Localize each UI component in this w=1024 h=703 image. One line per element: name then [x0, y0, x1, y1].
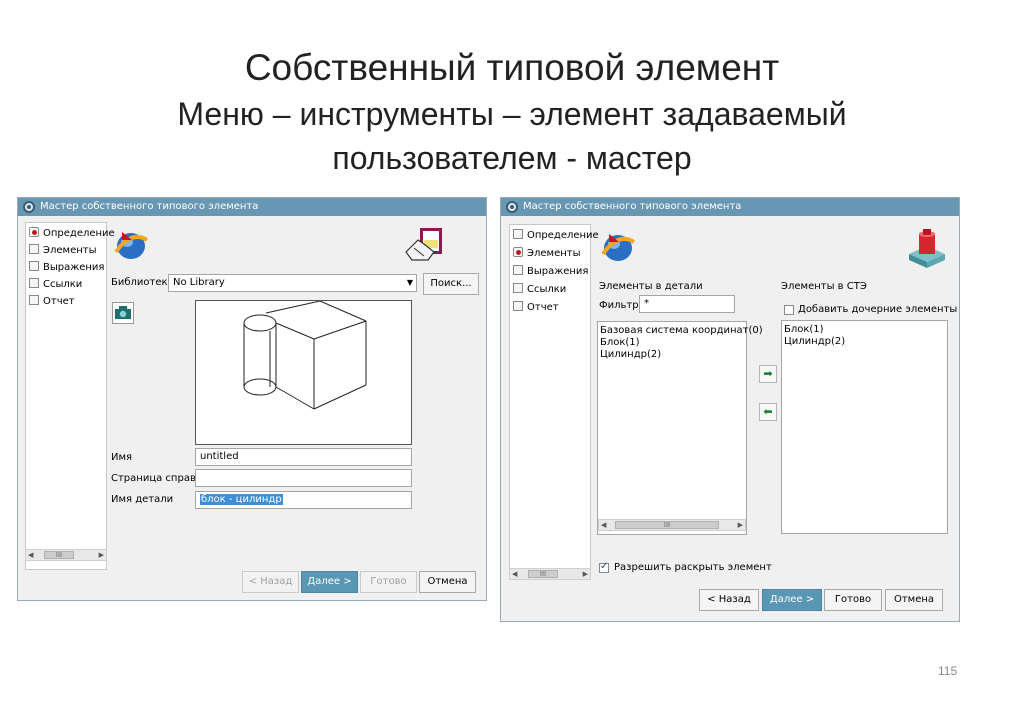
filter-label: Фильтр	[599, 300, 639, 311]
nav-item-expressions[interactable]: Выражения	[29, 261, 104, 275]
list-item[interactable]: Блок(1)	[600, 337, 744, 349]
nav-item-definition[interactable]: Определение	[29, 227, 115, 241]
add-children-label: Добавить дочерние элементы	[798, 304, 958, 315]
radio-active-icon	[29, 227, 39, 237]
library-select[interactable]: No Library ▼	[168, 274, 417, 292]
nav-item-references[interactable]: Ссылки	[513, 283, 566, 297]
cancel-button[interactable]: Отмена	[885, 589, 943, 611]
nav-item-report[interactable]: Отчет	[513, 301, 559, 315]
allow-expand-label: Разрешить раскрыть элемент	[614, 562, 772, 573]
arrow-left-icon: ⬅	[763, 405, 773, 418]
nav-item-elements[interactable]: Элементы	[513, 247, 580, 261]
hand-pointer-icon	[404, 226, 446, 264]
wizard-step-nav: Определение Элементы Выражения Ссылки От…	[509, 224, 599, 580]
dialog-titlebar: Мастер собственного типового элемента	[501, 198, 959, 216]
step-box-icon	[29, 261, 39, 271]
search-button[interactable]: Поиск...	[423, 273, 479, 295]
wizard-globe-icon	[599, 228, 637, 264]
name-input[interactable]: untitled	[195, 448, 412, 466]
filter-input[interactable]: *	[639, 295, 735, 313]
list-item[interactable]: Базовая система координат(0)	[600, 325, 763, 337]
part-elements-scrollbar[interactable]: ◀ III ▶	[598, 519, 746, 531]
library-label: Библиотека	[111, 277, 174, 288]
gear-icon	[23, 201, 35, 213]
back-button[interactable]: < Назад	[699, 589, 759, 611]
add-children-checkbox[interactable]	[784, 305, 794, 315]
cancel-button[interactable]: Отмена	[419, 571, 476, 593]
step-box-icon	[29, 244, 39, 254]
nav-item-expressions[interactable]: Выражения	[513, 265, 588, 279]
wizard-dialog-elements: Мастер собственного типового элемента Оп…	[500, 197, 960, 622]
ste-elements-list[interactable]: Блок(1) Цилиндр(2)	[781, 320, 948, 534]
help-page-input[interactable]	[195, 469, 412, 487]
gear-icon	[506, 201, 518, 213]
wizard-step-nav: Определение Элементы Выражения Ссылки От…	[25, 222, 115, 570]
help-page-label: Страница справки	[111, 473, 209, 484]
nav-item-report[interactable]: Отчет	[29, 295, 75, 309]
part-name-input[interactable]: блок - цилиндр	[195, 491, 412, 509]
part-preview	[195, 300, 412, 445]
wizard-globe-icon	[112, 226, 150, 262]
wizard-dialog-definition: Мастер собственного типового элемента Оп…	[17, 197, 487, 601]
arrow-right-icon: ➡	[763, 367, 773, 380]
slide-title: Собственный типовой элемент Меню – инстр…	[0, 44, 1024, 180]
part-name-label: Имя детали	[111, 494, 174, 505]
dialog-titlebar: Мастер собственного типового элемента	[18, 198, 486, 216]
dialog-title: Мастер собственного типового элемента	[523, 201, 742, 212]
add-to-ste-button[interactable]: ➡	[759, 365, 777, 383]
finish-button[interactable]: Готово	[824, 589, 882, 611]
list-item[interactable]: Блок(1)	[784, 324, 945, 336]
step-box-icon	[29, 295, 39, 305]
nav-item-elements[interactable]: Элементы	[29, 244, 96, 258]
back-button[interactable]: < Назад	[242, 571, 299, 593]
step-box-icon	[513, 283, 523, 293]
slide-title-line-3: пользователем - мастер	[332, 140, 692, 176]
next-button[interactable]: Далее >	[301, 571, 358, 593]
step-box-icon	[29, 278, 39, 288]
nav-item-references[interactable]: Ссылки	[29, 278, 82, 292]
next-button[interactable]: Далее >	[762, 589, 822, 611]
slide-title-line-2: Меню – инструменты – элемент задаваемый	[177, 96, 847, 132]
camera-icon[interactable]	[112, 302, 134, 324]
step-box-icon	[513, 229, 523, 239]
finish-button[interactable]: Готово	[360, 571, 417, 593]
list-item[interactable]: Цилиндр(2)	[600, 349, 744, 361]
nav-scrollbar[interactable]: ◀ III ▶	[509, 568, 591, 580]
chevron-down-icon: ▼	[406, 278, 413, 287]
radio-active-icon	[513, 247, 523, 257]
part-elements-list[interactable]: Базовая система координат(0) Блок(1) Цил…	[597, 321, 763, 535]
step-box-icon	[513, 265, 523, 275]
slide-title-line-1: Собственный типовой элемент	[244, 47, 780, 88]
page-number: 115	[938, 664, 958, 678]
list-item[interactable]: Цилиндр(2)	[784, 336, 945, 348]
ste-elements-label: Элементы в СТЭ	[781, 281, 867, 292]
remove-from-ste-button[interactable]: ⬅	[759, 403, 777, 421]
step-box-icon	[513, 301, 523, 311]
part-elements-label: Элементы в детали	[599, 281, 703, 292]
nav-item-definition[interactable]: Определение	[513, 229, 599, 243]
dialog-title: Мастер собственного типового элемента	[40, 201, 259, 212]
allow-expand-checkbox[interactable]	[599, 561, 609, 573]
feature-block-icon	[905, 228, 949, 268]
name-label: Имя	[111, 452, 133, 463]
nav-scrollbar[interactable]: ◀ III ▶	[25, 549, 107, 561]
